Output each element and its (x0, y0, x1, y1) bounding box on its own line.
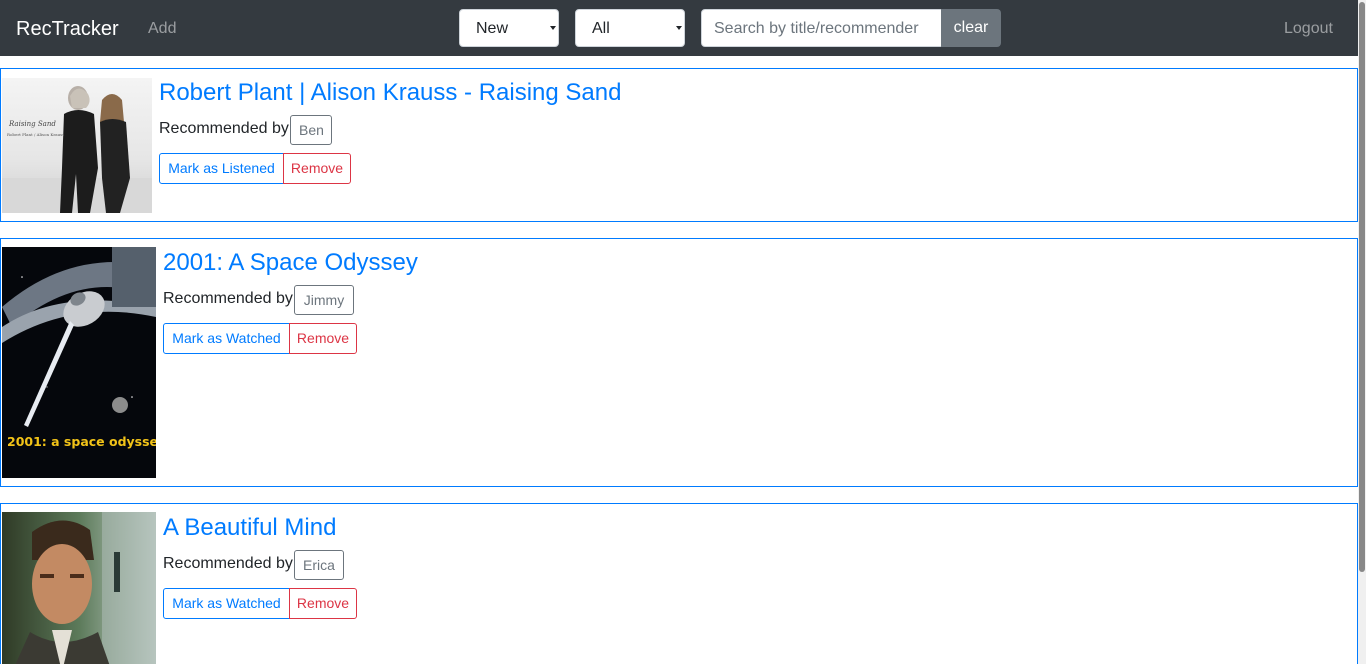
status-filter-value: New (476, 20, 509, 37)
recommender-badge[interactable]: Erica (294, 550, 344, 580)
scrollbar-thumb[interactable] (1359, 2, 1365, 572)
recommender-badge[interactable]: Jimmy (294, 285, 354, 315)
type-filter-value: All (592, 20, 610, 37)
mark-as-listened-button[interactable]: Mark as Listened (159, 153, 284, 184)
chevron-down-icon (676, 26, 682, 30)
nav-add-link[interactable]: Add (148, 19, 176, 39)
poster-text: Raising Sand (8, 120, 56, 128)
page-scrollbar[interactable] (1358, 0, 1366, 664)
logout-link[interactable]: Logout (1284, 19, 1333, 39)
recommender-badge[interactable]: Ben (290, 115, 332, 145)
type-filter-select[interactable]: All (575, 9, 685, 47)
remove-button[interactable]: Remove (289, 588, 357, 619)
recommendation-title[interactable]: 2001: A Space Odyssey (163, 249, 418, 277)
brand-link[interactable]: RecTracker (16, 17, 119, 41)
clear-search-button[interactable]: clear (941, 9, 1001, 47)
recommendation-title[interactable]: Robert Plant | Alison Krauss - Raising S… (159, 79, 621, 107)
poster-text: 2001: a space odyssey (7, 434, 156, 449)
recommendation-card: Raising Sand Robert Plant / Alison Kraus… (0, 68, 1358, 222)
navbar: RecTracker Add New All Search by title/r… (0, 0, 1358, 56)
chevron-down-icon (550, 26, 556, 30)
status-filter-select[interactable]: New (459, 9, 559, 47)
album-cover-image: Raising Sand Robert Plant / Alison Kraus… (2, 78, 152, 213)
movie-poster-image (2, 512, 156, 664)
movie-poster-image: 2001: a space odyssey (2, 247, 156, 478)
recommendation-title[interactable]: A Beautiful Mind (163, 514, 336, 542)
recommended-by-label: Recommended by (159, 120, 289, 137)
remove-button[interactable]: Remove (283, 153, 351, 184)
mark-as-watched-button[interactable]: Mark as Watched (163, 588, 290, 619)
remove-button[interactable]: Remove (289, 323, 357, 354)
recommendation-card: A Beautiful Mind Recommended by Erica Ma… (0, 503, 1358, 664)
mark-as-watched-button[interactable]: Mark as Watched (163, 323, 290, 354)
recommendation-card: 2001: a space odyssey 2001: A Space Odys… (0, 238, 1358, 487)
recommended-by-label: Recommended by (163, 555, 293, 572)
recommended-by-label: Recommended by (163, 290, 293, 307)
search-input[interactable]: Search by title/recommender (701, 9, 942, 47)
poster-text: Robert Plant / Alison Krauss (7, 132, 64, 137)
